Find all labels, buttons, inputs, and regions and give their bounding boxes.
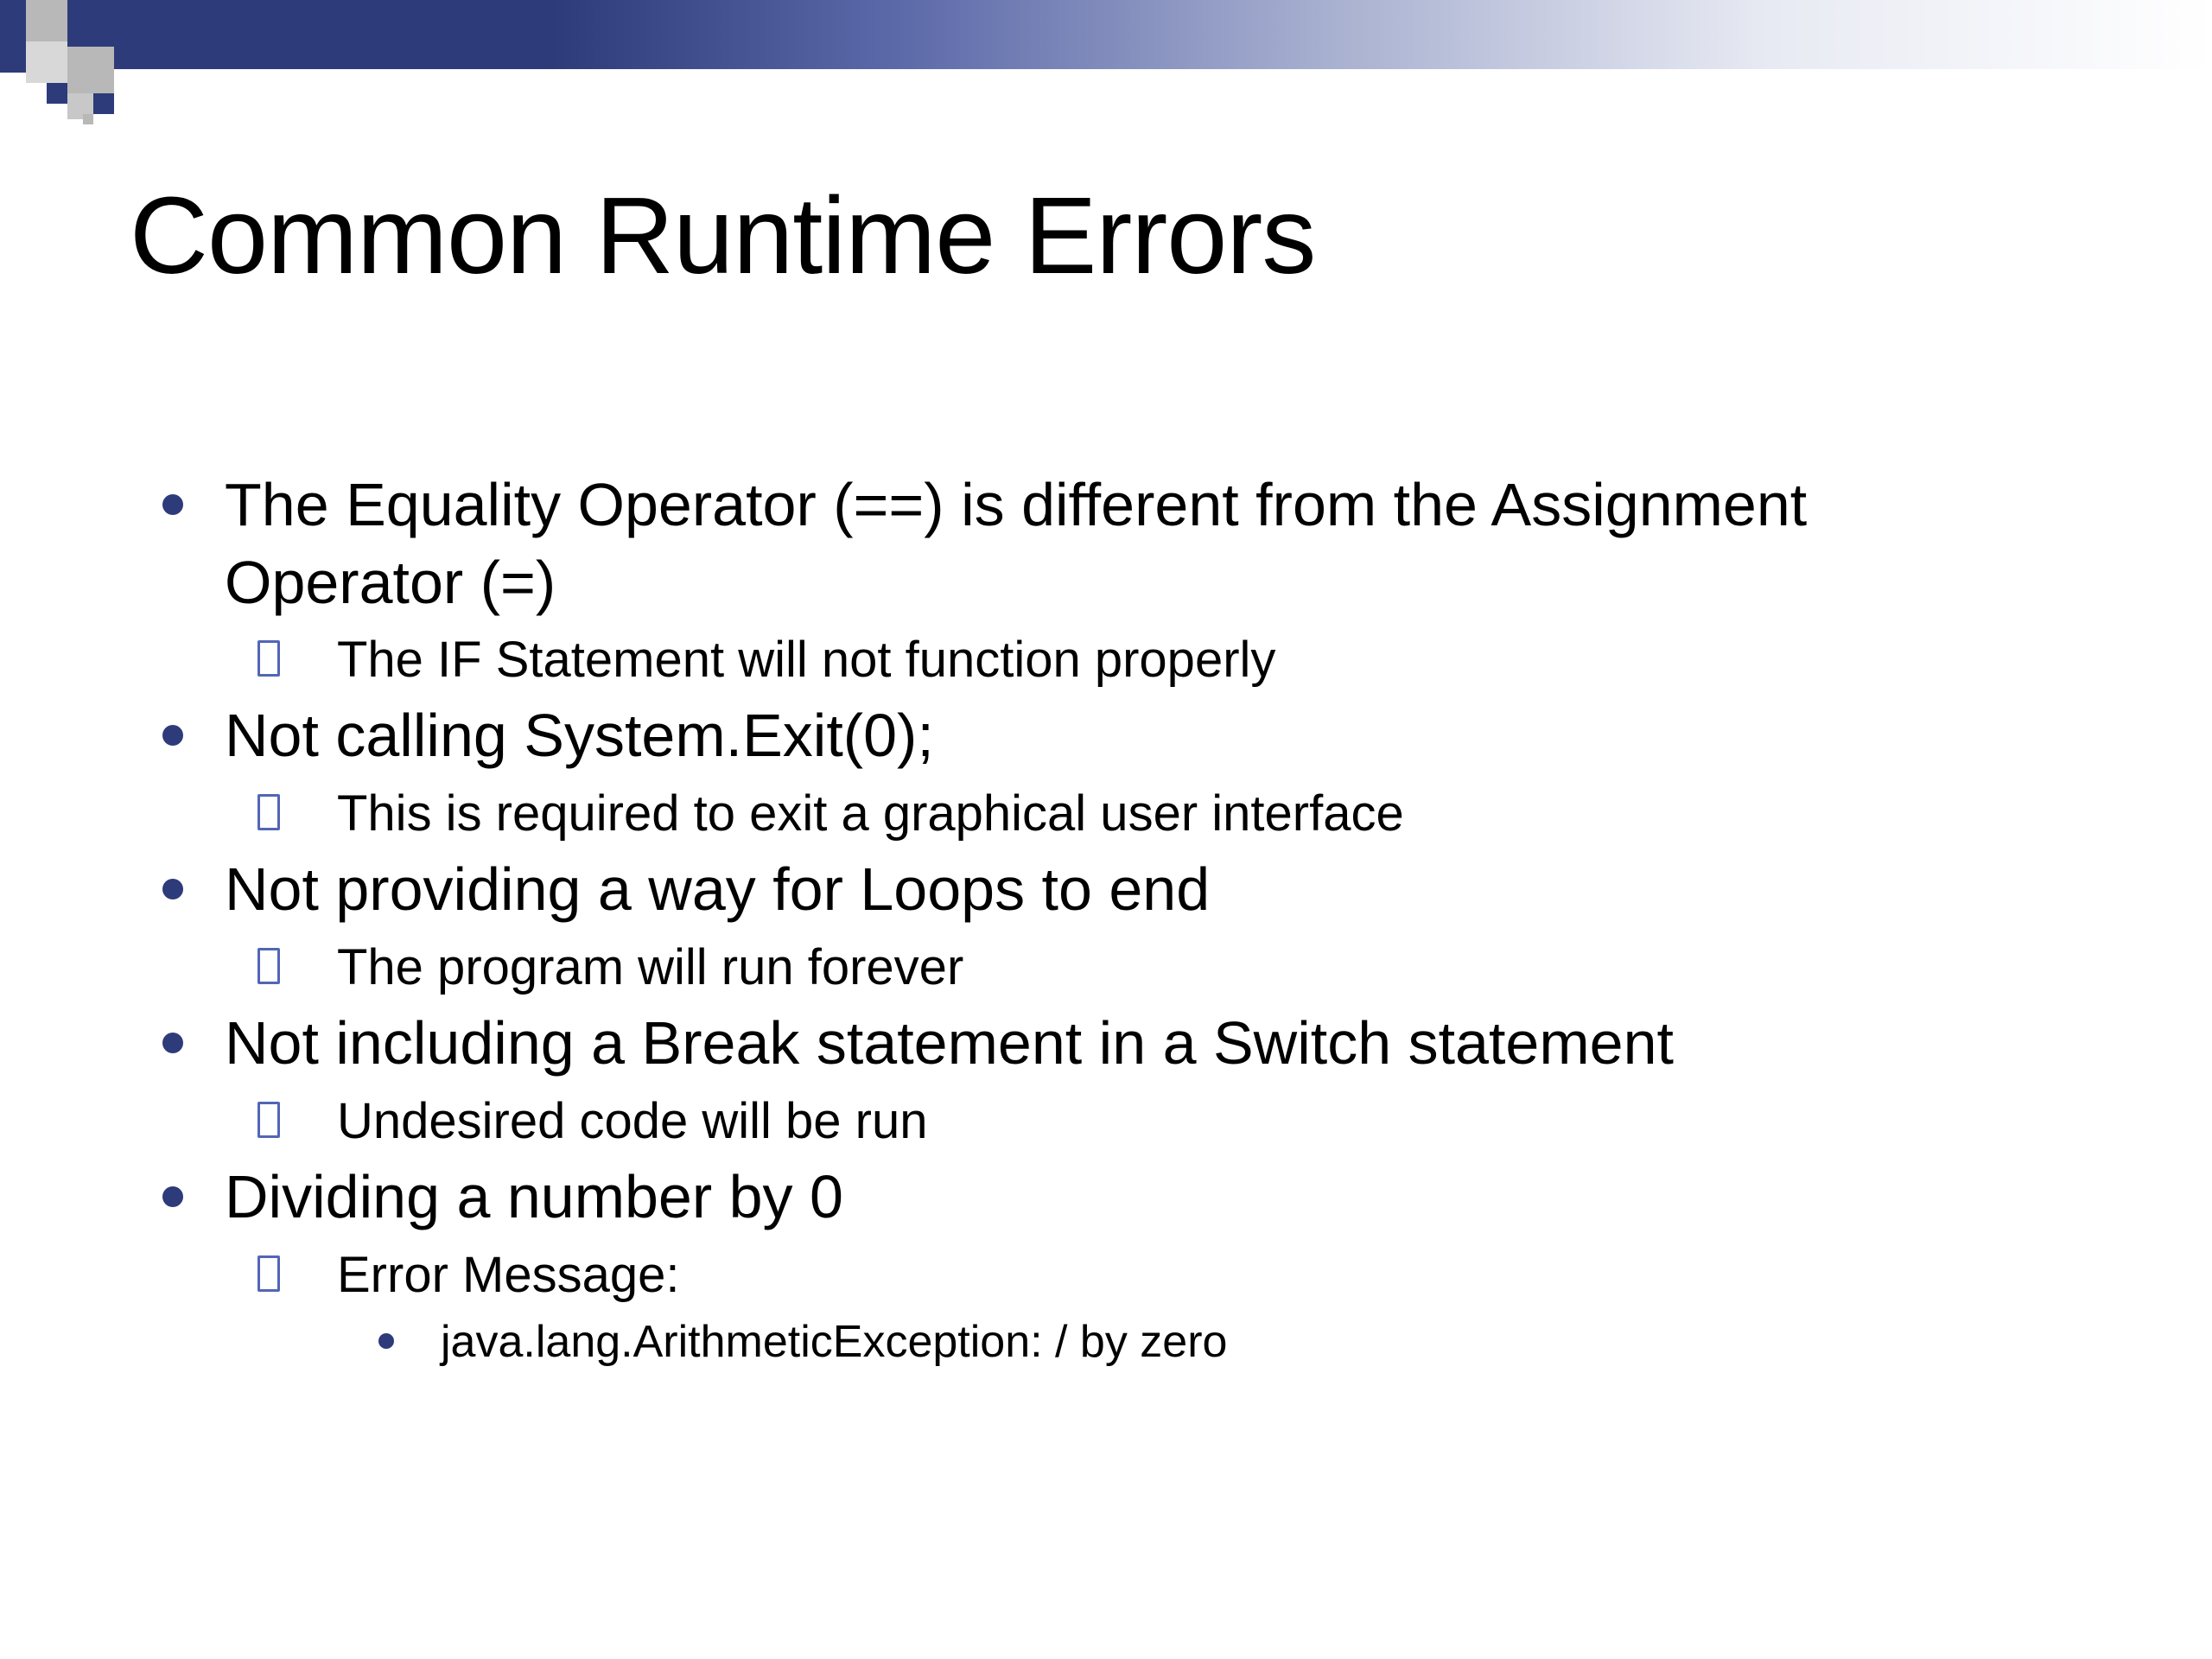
hollow-square-icon — [257, 640, 280, 677]
bullet-text: Not calling System.Exit(0); — [225, 702, 934, 769]
hollow-square-icon — [257, 1102, 280, 1138]
bullet-text: Dividing a number by 0 — [225, 1163, 843, 1230]
sub-bullet-item: The program will run forever — [225, 934, 2031, 1001]
bullet-text: The Equality Operator (==) is different … — [225, 471, 1807, 616]
hollow-square-icon — [257, 794, 280, 830]
sub-sub-bullet-item: java.lang.ArithmeticException: / by zero — [337, 1311, 2031, 1374]
sub-bullet-item: Undesired code will be run — [225, 1088, 2031, 1155]
sub-bullet-text: The program will run forever — [337, 939, 963, 995]
hollow-square-icon — [257, 1255, 280, 1292]
bullet-item: The Equality Operator (==) is different … — [130, 467, 2031, 694]
bullet-item: Not including a Break statement in a Swi… — [130, 1005, 2031, 1155]
bullet-item: Not providing a way for Loops to end The… — [130, 851, 2031, 1001]
sub-bullet-text: This is required to exit a graphical use… — [337, 785, 1404, 842]
sub-sub-bullet-text: java.lang.ArithmeticException: / by zero — [441, 1317, 1227, 1367]
corner-square-mosaic-icon — [0, 0, 173, 173]
sub-bullet-item: This is required to exit a graphical use… — [225, 780, 2031, 848]
sub-bullet-item: The IF Statement will not function prope… — [225, 626, 2031, 694]
sub-bullet-text: The IF Statement will not function prope… — [337, 632, 1275, 688]
sub-bullet-text: Error Message: — [337, 1247, 679, 1303]
top-gradient-bar — [0, 0, 2212, 69]
hollow-square-icon — [257, 948, 280, 984]
bullet-text: Not providing a way for Loops to end — [225, 855, 1210, 923]
bullet-text: Not including a Break statement in a Swi… — [225, 1009, 1674, 1077]
sub-bullet-text: Undesired code will be run — [337, 1093, 927, 1149]
slide-body: The Equality Operator (==) is different … — [130, 467, 2031, 1377]
slide-title: Common Runtime Errors — [130, 173, 1315, 298]
slide: Common Runtime Errors The Equality Opera… — [0, 0, 2212, 1659]
bullet-item: Not calling System.Exit(0); This is requ… — [130, 697, 2031, 848]
sub-bullet-item: Error Message: java.lang.ArithmeticExcep… — [225, 1242, 2031, 1374]
bullet-item: Dividing a number by 0 Error Message: ja… — [130, 1159, 2031, 1374]
